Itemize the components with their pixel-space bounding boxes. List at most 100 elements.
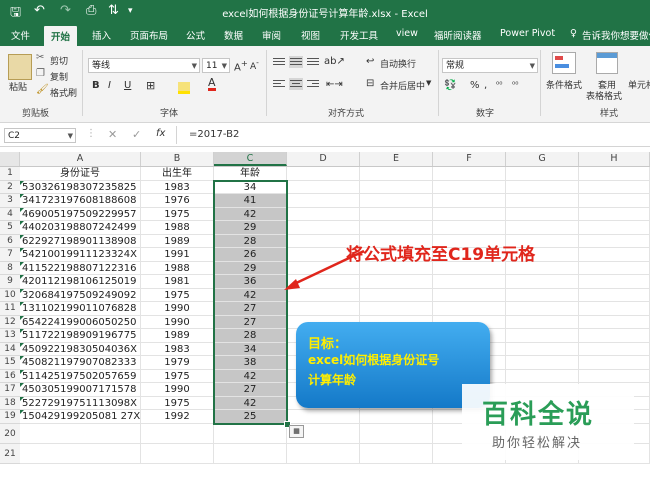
font-name-combo[interactable]: 等线 ▼ (88, 58, 200, 73)
tab-foxit-reader[interactable]: 福昕阅读器 (434, 28, 482, 42)
increase-decimal-icon[interactable]: ⁰⁰ (496, 80, 502, 89)
empty-cell[interactable] (433, 275, 506, 289)
id-number-cell[interactable]: 131102199011076828 (20, 302, 141, 316)
borders-icon[interactable]: ⊞ (146, 79, 155, 92)
empty-cell[interactable] (360, 167, 433, 181)
tab-view-addin[interactable]: view (396, 28, 418, 39)
decrease-decimal-icon[interactable]: ⁰⁰ (512, 80, 518, 89)
birth-year-cell[interactable]: 1976 (141, 194, 214, 208)
row-header[interactable]: 1 (0, 167, 20, 181)
birth-year-cell[interactable]: 1990 (141, 383, 214, 397)
row-header[interactable]: 18 (0, 396, 20, 410)
id-number-cell[interactable]: 530326198307235825 (20, 180, 141, 194)
empty-cell[interactable] (360, 180, 433, 194)
row-header[interactable]: 7 (0, 248, 20, 262)
empty-cell[interactable] (579, 207, 650, 221)
tell-me-icon[interactable]: ♀ (570, 28, 577, 39)
tab-power-pivot[interactable]: Power Pivot (500, 28, 555, 39)
id-number-cell[interactable]: 341723197608188608 (20, 194, 141, 208)
empty-cell[interactable] (506, 194, 579, 208)
row-header[interactable]: 9 (0, 275, 20, 289)
row-header[interactable]: 19 (0, 410, 20, 424)
header-cell[interactable]: 身份证号 (20, 167, 141, 181)
quick-analysis-icon[interactable]: ▦ (289, 424, 304, 438)
id-number-cell[interactable]: 45092219830504036X (20, 342, 141, 356)
empty-cell[interactable] (360, 288, 433, 302)
tab-page-layout[interactable]: 页面布局 (130, 28, 168, 42)
tab-formulas[interactable]: 公式 (186, 28, 205, 42)
id-number-cell[interactable]: 511722198909196775 (20, 329, 141, 343)
format-as-table-button-line2[interactable]: 表格格式 (586, 89, 622, 102)
age-cell[interactable]: 28 (214, 329, 287, 343)
age-cell[interactable]: 27 (214, 315, 287, 329)
empty-cell[interactable] (506, 288, 579, 302)
empty-cell[interactable] (433, 194, 506, 208)
empty-cell[interactable] (579, 194, 650, 208)
italic-button[interactable]: I (108, 80, 111, 91)
tab-developer[interactable]: 开发工具 (340, 28, 378, 42)
row-header[interactable]: 17 (0, 383, 20, 397)
id-number-cell[interactable]: 411522198807122316 (20, 261, 141, 275)
empty-cell[interactable] (506, 167, 579, 181)
grow-font-icon[interactable]: A+ (234, 58, 248, 73)
tab-review[interactable]: 审阅 (262, 28, 281, 42)
format-as-table-icon[interactable] (596, 52, 618, 74)
empty-cell[interactable] (506, 221, 579, 235)
empty-cell[interactable] (360, 302, 433, 316)
row-header[interactable]: 21 (0, 443, 20, 464)
empty-cell[interactable] (506, 356, 579, 370)
column-header-c[interactable]: C (214, 152, 287, 166)
conditional-formatting-button[interactable]: 条件格式 (546, 78, 582, 91)
row-header[interactable]: 20 (0, 423, 20, 444)
row-header[interactable]: 4 (0, 207, 20, 221)
id-number-cell[interactable]: 54210019911123324X (20, 248, 141, 262)
chevron-down-icon[interactable]: ▼ (426, 79, 431, 87)
empty-cell[interactable] (506, 342, 579, 356)
birth-year-cell[interactable]: 1981 (141, 275, 214, 289)
row-header[interactable]: 3 (0, 194, 20, 208)
cancel-icon[interactable]: ✕ (108, 128, 117, 141)
orientation-icon[interactable]: ab↗ (324, 56, 345, 67)
age-cell[interactable]: 29 (214, 221, 287, 235)
align-center-icon[interactable] (289, 78, 303, 90)
copy-button[interactable]: 复制 (50, 70, 68, 83)
age-cell[interactable]: 29 (214, 261, 287, 275)
enter-icon[interactable]: ✓ (132, 128, 141, 141)
name-box[interactable]: C2 ▼ (4, 128, 76, 143)
align-middle-icon[interactable] (289, 56, 303, 68)
comma-button[interactable]: , (484, 80, 487, 91)
empty-cell[interactable] (20, 423, 141, 444)
age-cell[interactable]: 26 (214, 248, 287, 262)
empty-cell[interactable] (433, 207, 506, 221)
empty-cell[interactable] (287, 207, 360, 221)
empty-cell[interactable] (579, 234, 650, 248)
empty-cell[interactable] (360, 221, 433, 235)
row-header[interactable]: 15 (0, 356, 20, 370)
empty-cell[interactable] (360, 207, 433, 221)
empty-cell[interactable] (360, 443, 433, 464)
empty-cell[interactable] (433, 221, 506, 235)
id-number-cell[interactable]: 52272919751113098X (20, 396, 141, 410)
birth-year-cell[interactable]: 1988 (141, 221, 214, 235)
empty-cell[interactable] (287, 180, 360, 194)
empty-cell[interactable] (433, 302, 506, 316)
tab-insert[interactable]: 插入 (92, 28, 111, 42)
age-cell[interactable]: 41 (214, 194, 287, 208)
row-header[interactable]: 12 (0, 315, 20, 329)
birth-year-cell[interactable]: 1991 (141, 248, 214, 262)
empty-cell[interactable] (433, 167, 506, 181)
id-number-cell[interactable]: 150429199205081 27X (20, 410, 141, 424)
empty-cell[interactable] (287, 302, 360, 316)
column-header-f[interactable]: F (433, 152, 506, 166)
select-all-corner[interactable] (0, 152, 20, 166)
id-number-cell[interactable]: 469005197509229957 (20, 207, 141, 221)
empty-cell[interactable] (287, 194, 360, 208)
age-cell[interactable]: 25 (214, 410, 287, 424)
id-number-cell[interactable]: 420112198106125019 (20, 275, 141, 289)
underline-button[interactable]: U (124, 80, 131, 91)
cut-icon[interactable]: ✂ (36, 52, 44, 63)
age-cell[interactable]: 42 (214, 207, 287, 221)
tell-me-box[interactable]: 告诉我你想要做什 (582, 28, 650, 42)
birth-year-cell[interactable]: 1979 (141, 356, 214, 370)
empty-cell[interactable] (287, 167, 360, 181)
